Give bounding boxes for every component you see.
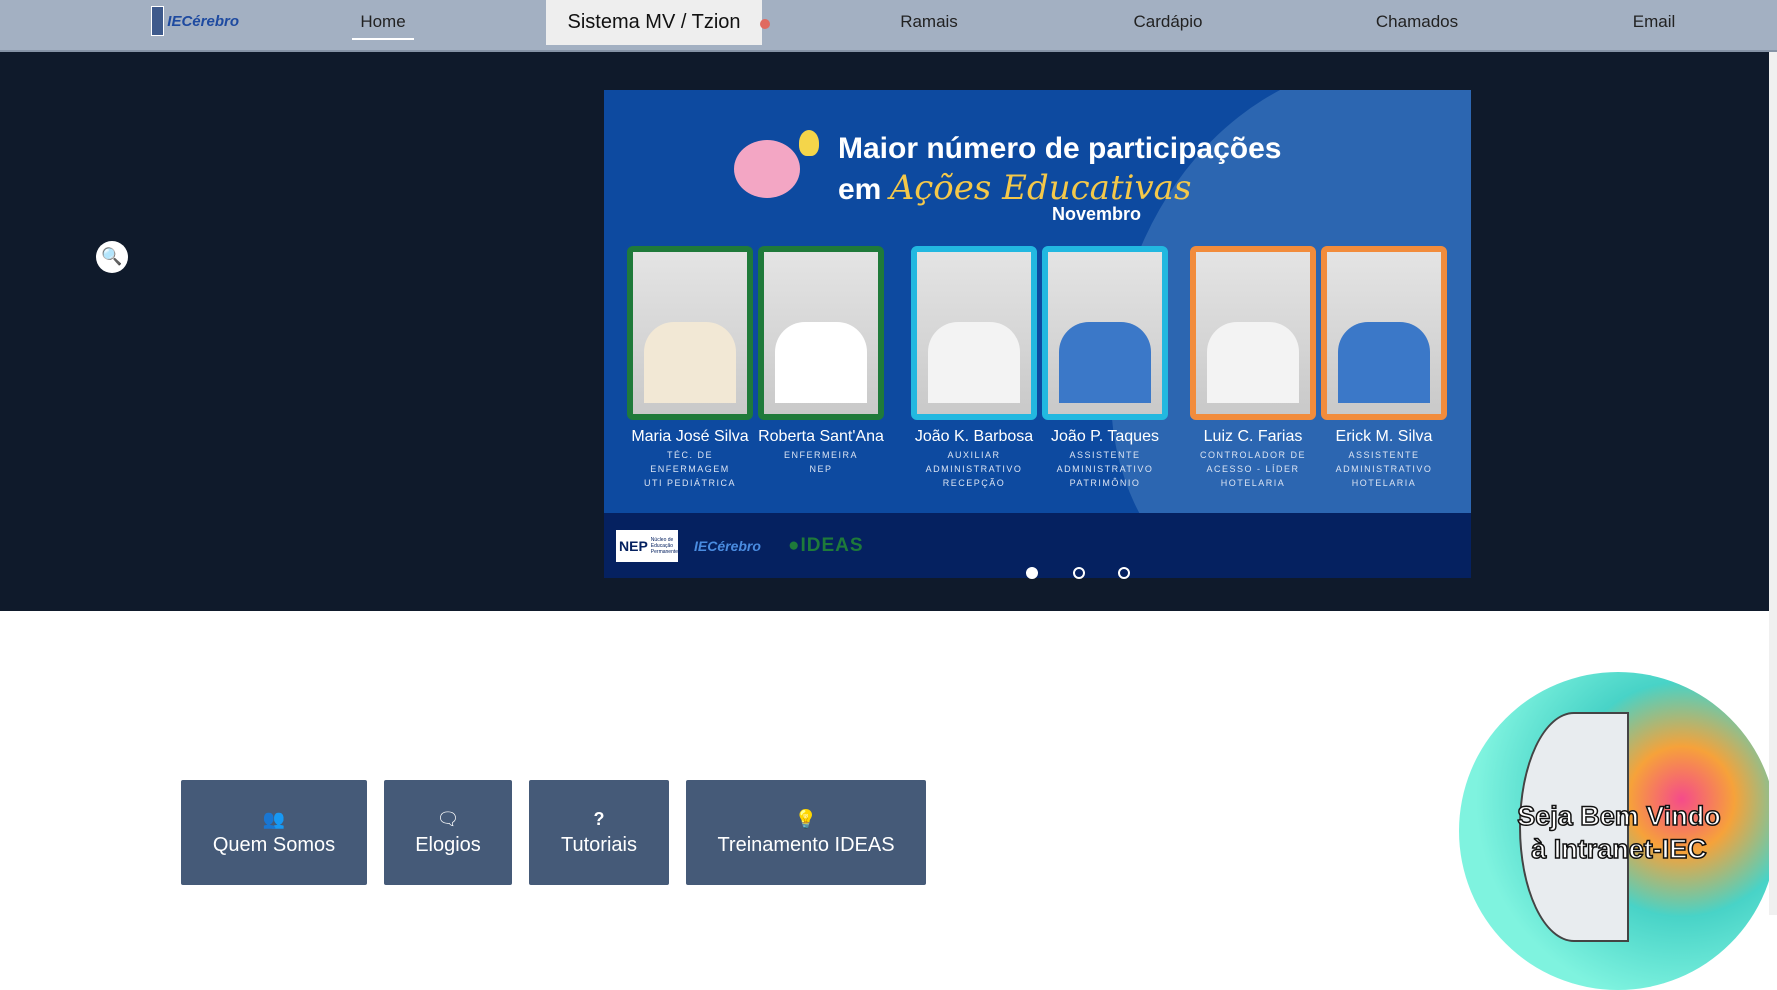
person-name: João P. Taques xyxy=(1051,428,1159,445)
carousel-dot-1[interactable] xyxy=(1026,567,1038,579)
banner-title: Maior número de participações xyxy=(838,132,1282,165)
person-card: Erick M. Silva ASSISTENTE ADMINISTRATIVO HO… xyxy=(1321,246,1447,490)
elogios-button[interactable]: 🗨 Elogios xyxy=(384,780,512,885)
carousel-dot-3[interactable] xyxy=(1118,567,1130,579)
person-photo xyxy=(1190,246,1316,420)
iec-logo[interactable]: IECérebro xyxy=(151,4,239,38)
person-photo xyxy=(1042,246,1168,420)
person-name: Erick M. Silva xyxy=(1335,428,1433,445)
nep-subtitle: Núcleo de Educação Permanente xyxy=(650,537,679,555)
person-role: CONTROLADOR DE ACESSO - LÍDER HOTELARIA xyxy=(1199,450,1306,488)
quem-somos-button[interactable]: 👥 Quem Somos xyxy=(181,780,367,885)
nav-chamados[interactable]: Chamados xyxy=(1376,12,1458,32)
welcome-text: Seja Bem Vindo à Intranet-IEC xyxy=(1516,800,1721,865)
scrollbar[interactable] xyxy=(1769,52,1777,915)
person-card: Luiz C. Farias CONTROLADOR DE ACESSO - LÍD… xyxy=(1190,246,1316,490)
ideas-logo: ● IDEAS xyxy=(788,535,864,556)
banner-subtitle: em Ações Educativas xyxy=(838,168,1192,208)
brain-mascot-icon xyxy=(734,140,800,198)
nep-logo: NEP Núcleo de Educação Permanente xyxy=(616,530,678,562)
carousel-dot-2[interactable] xyxy=(1073,567,1085,579)
person-photo xyxy=(758,246,884,420)
notification-dot xyxy=(760,19,770,29)
nav-email[interactable]: Email xyxy=(1633,12,1676,32)
person-role: ASSISTENTE ADMINISTRATIVO PATRIMÔNIO xyxy=(1056,450,1154,488)
search-icon[interactable]: 🔍 xyxy=(96,241,128,273)
person-card: João P. Taques ASSISTENTE ADMINISTRATIVO PA… xyxy=(1042,246,1168,490)
treinamento-ideas-button[interactable]: 💡 Treinamento IDEAS xyxy=(686,780,926,885)
person-role: ENFERMEIRA NEP xyxy=(783,450,858,474)
banner-month: Novembro xyxy=(1052,204,1142,224)
active-underline xyxy=(352,38,414,40)
person-role: AUXILIAR ADMINISTRATIVO RECEPÇÃO xyxy=(925,450,1023,488)
nav-cardapio[interactable]: Cardápio xyxy=(1134,12,1203,32)
person-card: Roberta Sant'Ana ENFERMEIRA NEP xyxy=(758,246,884,476)
person-role: TÉC. DE ENFERMAGEM UTI PEDIÁTRICA xyxy=(643,450,736,488)
person-photo xyxy=(1321,246,1447,420)
person-card: Maria José Silva TÉC. DE ENFERMAGEM UTI PE… xyxy=(627,246,753,490)
person-role: ASSISTENTE ADMINISTRATIVO HOTELARIA xyxy=(1335,450,1433,488)
person-name: Roberta Sant'Ana xyxy=(758,428,884,445)
person-photo xyxy=(627,246,753,420)
lightbulb-icon: 💡 xyxy=(794,808,818,829)
question-icon: ? xyxy=(593,808,605,829)
carousel-slide[interactable]: Maior número de participações em Ações E… xyxy=(604,90,1471,578)
person-photo xyxy=(911,246,1037,420)
iec-footer-logo: IECérebro xyxy=(694,538,761,554)
seal-icon xyxy=(151,6,165,36)
nav-sistema-mv[interactable]: Sistema MV / Tzion xyxy=(546,0,762,45)
lightbulb-icon xyxy=(799,130,819,156)
comment-icon: 🗨 xyxy=(436,808,460,829)
welcome-brain-image: Seja Bem Vindo à Intranet-IEC xyxy=(1459,672,1777,990)
nav-ramais[interactable]: Ramais xyxy=(900,12,958,32)
tutoriais-button[interactable]: ? Tutoriais xyxy=(529,780,669,885)
nav-home[interactable]: Home xyxy=(360,12,405,32)
users-icon: 👥 xyxy=(262,808,286,829)
person-card: João K. Barbosa AUXILIAR ADMINISTRATIVO REC… xyxy=(911,246,1037,490)
top-navbar: IECérebro Home Sistema MV / Tzion Ramais… xyxy=(0,0,1777,52)
